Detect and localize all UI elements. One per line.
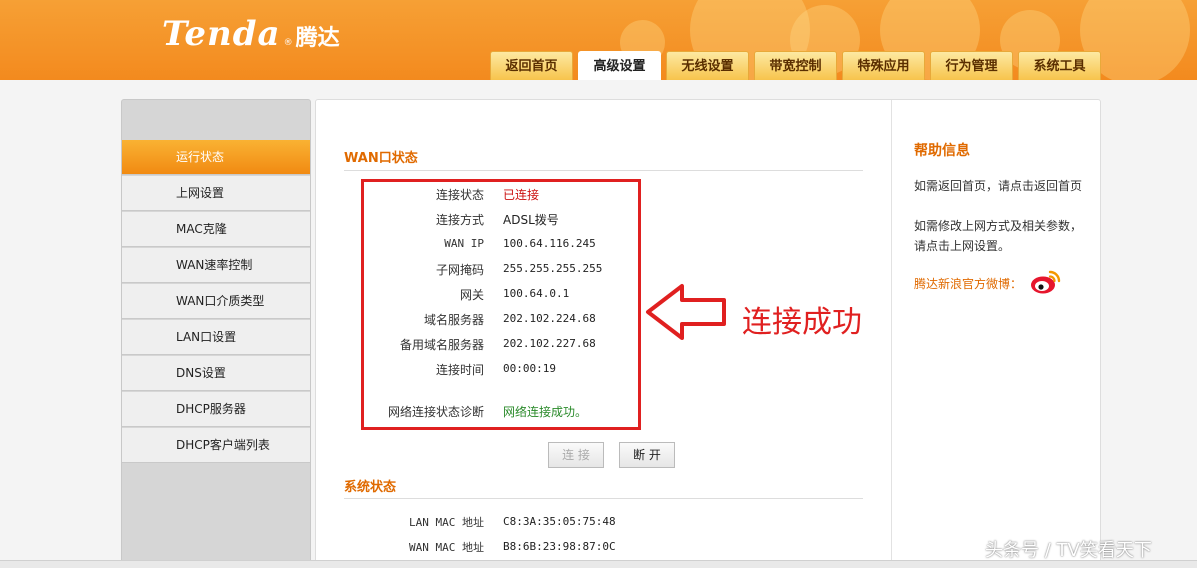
row-label: WAN IP bbox=[444, 237, 484, 250]
tab-special-apps[interactable]: 特殊应用 bbox=[842, 51, 925, 80]
wan-row-connection-type: 连接方式 bbox=[330, 211, 484, 231]
logo-registered-mark: ® bbox=[283, 38, 293, 48]
connection-type-value: ADSL拨号 bbox=[503, 213, 559, 227]
wan-row-diagnosis: 网络连接状态诊断 bbox=[330, 403, 484, 423]
connection-time-value: 00:00:19 bbox=[503, 362, 556, 375]
subnet-mask-value: 255.255.255.255 bbox=[503, 262, 603, 275]
row-label: 连接时间 bbox=[435, 363, 484, 377]
sidebar-item-internet-settings[interactable]: 上网设置 bbox=[122, 176, 310, 211]
gateway-value: 100.64.0.1 bbox=[503, 287, 570, 300]
wan-mac-value: B8:6B:23:98:87:0C bbox=[503, 540, 616, 553]
wan-row-subnet-mask: 子网掩码 bbox=[330, 261, 484, 281]
sidebar-item-lan-settings[interactable]: LAN口设置 bbox=[122, 320, 310, 355]
lan-mac-value: C8:3A:35:05:75:48 bbox=[503, 515, 616, 528]
sidebar-item-wan-rate[interactable]: WAN速率控制 bbox=[122, 248, 310, 283]
system-row-wan-mac: WAN MAC 地址 bbox=[330, 539, 484, 559]
wan-row-dns: 域名服务器 bbox=[330, 311, 484, 331]
logo-chinese: 腾达 bbox=[295, 26, 340, 51]
tab-behavior-management[interactable]: 行为管理 bbox=[930, 51, 1013, 80]
row-label: 网关 bbox=[459, 288, 484, 302]
weibo-link[interactable]: 腾达新浪官方微博： bbox=[914, 275, 1022, 292]
help-title: 帮助信息 bbox=[914, 143, 970, 159]
row-label: 域名服务器 bbox=[423, 313, 484, 327]
system-section-divider bbox=[344, 498, 863, 499]
sidebar-item-dns-settings[interactable]: DNS设置 bbox=[122, 356, 310, 391]
watermark: 头条号 / TV笑看天下 bbox=[985, 540, 1152, 561]
top-banner: Tenda ® 腾达 返回首页 高级设置 无线设置 带宽控制 特殊应用 行为管理… bbox=[0, 0, 1197, 80]
tab-bandwidth-control[interactable]: 带宽控制 bbox=[754, 51, 837, 80]
wan-row-gateway: 网关 bbox=[330, 286, 484, 306]
tab-wireless-settings[interactable]: 无线设置 bbox=[666, 51, 749, 80]
connection-status-value: 已连接 bbox=[503, 188, 540, 202]
tenda-logo: Tenda ® 腾达 bbox=[162, 14, 340, 54]
tab-home[interactable]: 返回首页 bbox=[490, 51, 573, 80]
system-row-lan-mac: LAN MAC 地址 bbox=[330, 514, 484, 534]
wan-ip-value: 100.64.116.245 bbox=[503, 237, 596, 250]
sidebar-item-dhcp-server[interactable]: DHCP服务器 bbox=[122, 392, 310, 427]
wan-status-title: WAN口状态 bbox=[344, 151, 418, 166]
logo-english: Tenda bbox=[162, 14, 281, 54]
wan-row-backup-dns: 备用域名服务器 bbox=[330, 336, 484, 356]
row-label: WAN MAC 地址 bbox=[409, 541, 484, 554]
wan-row-connection-status: 连接状态 bbox=[330, 186, 484, 206]
tab-advanced-settings[interactable]: 高级设置 bbox=[578, 51, 661, 80]
connect-button[interactable]: 连 接 bbox=[548, 442, 604, 468]
row-label: 连接方式 bbox=[435, 213, 484, 227]
weibo-icon[interactable] bbox=[1030, 268, 1062, 296]
tab-system-tools[interactable]: 系统工具 bbox=[1018, 51, 1101, 80]
wan-section-divider bbox=[344, 170, 863, 171]
sidebar-item-mac-clone[interactable]: MAC克隆 bbox=[122, 212, 310, 247]
help-paragraph-home: 如需返回首页，请点击返回首页 bbox=[914, 179, 1083, 193]
row-label: 备用域名服务器 bbox=[399, 338, 484, 352]
success-annotation: 连接成功 bbox=[742, 305, 862, 340]
sidebar-item-run-status[interactable]: 运行状态 bbox=[122, 140, 310, 175]
disconnect-button[interactable]: 断 开 bbox=[619, 442, 675, 468]
sidebar-item-wan-media[interactable]: WAN口介质类型 bbox=[122, 284, 310, 319]
row-label: LAN MAC 地址 bbox=[409, 516, 484, 529]
help-divider bbox=[891, 100, 892, 568]
backup-dns-value: 202.102.227.68 bbox=[503, 337, 596, 350]
row-label: 网络连接状态诊断 bbox=[387, 405, 484, 419]
wan-row-wan-ip: WAN IP bbox=[330, 237, 484, 257]
row-label: 连接状态 bbox=[435, 188, 484, 202]
diagnosis-value: 网络连接成功。 bbox=[503, 405, 588, 419]
main-nav-tabs: 返回首页 高级设置 无线设置 带宽控制 特殊应用 行为管理 系统工具 bbox=[490, 51, 1101, 80]
sidebar-item-dhcp-clients[interactable]: DHCP客户端列表 bbox=[122, 428, 310, 463]
help-paragraph-internet: 如需修改上网方式及相关参数，请点击上网设置。 bbox=[914, 219, 1083, 253]
arrow-left-icon bbox=[646, 284, 726, 340]
system-status-title: 系统状态 bbox=[344, 480, 397, 495]
row-label: 子网掩码 bbox=[435, 263, 484, 277]
dns-value: 202.102.224.68 bbox=[503, 312, 596, 325]
sidebar: 运行状态 上网设置 MAC克隆 WAN速率控制 WAN口介质类型 LAN口设置 … bbox=[121, 99, 311, 568]
wan-row-connection-time: 连接时间 bbox=[330, 361, 484, 381]
